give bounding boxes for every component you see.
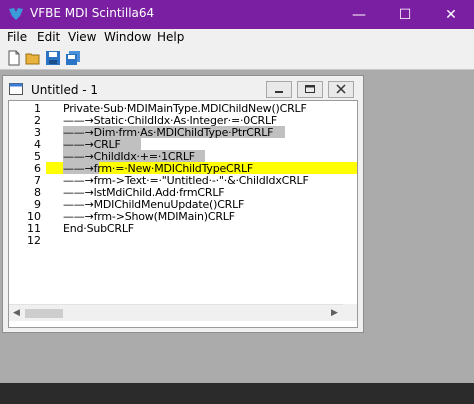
save-icon[interactable]	[45, 50, 61, 66]
horizontal-scrollbar[interactable]: ◀ ▶	[9, 304, 343, 321]
scrollbar-corner	[343, 304, 357, 321]
scrollbar-thumb[interactable]	[25, 309, 63, 318]
save-all-icon[interactable]	[65, 50, 81, 66]
scroll-left-icon[interactable]: ◀	[13, 308, 20, 318]
scroll-right-icon[interactable]: ▶	[331, 308, 338, 318]
line-number-margin: 1 2 3 4 5 6 7 8 9 10 11 12	[9, 101, 46, 304]
app-icon	[9, 8, 23, 20]
new-file-icon[interactable]	[6, 50, 22, 66]
document-icon	[9, 83, 23, 95]
menu-help[interactable]: Help	[157, 30, 184, 44]
app-title: VFBE MDI Scintilla64	[30, 6, 155, 20]
status-bar	[0, 383, 474, 404]
close-button[interactable]: ✕	[428, 0, 474, 29]
menu-file[interactable]: File	[7, 30, 27, 44]
open-folder-icon[interactable]	[25, 50, 41, 66]
mdi-title: Untitled - 1	[31, 83, 99, 97]
title-bar[interactable]: VFBE MDI Scintilla64 — ☐ ✕	[0, 0, 474, 29]
menu-window[interactable]: Window	[104, 30, 151, 44]
menu-edit[interactable]: Edit	[37, 30, 60, 44]
minimize-button[interactable]: —	[336, 0, 382, 29]
mdi-child-window[interactable]: Untitled - 1 1 2 3 4 5 6 7 8 9 10 11 12 …	[2, 75, 364, 333]
mdi-maximize-button[interactable]	[297, 81, 323, 98]
maximize-button[interactable]: ☐	[382, 0, 428, 29]
mdi-close-button[interactable]	[328, 81, 354, 98]
menu-bar: File Edit View Window Help	[0, 29, 474, 47]
line-number: 12	[27, 234, 41, 247]
mdi-minimize-button[interactable]	[266, 81, 292, 98]
code-line: End·SubCRLF	[63, 222, 134, 235]
toolbar	[0, 47, 474, 70]
menu-view[interactable]: View	[68, 30, 96, 44]
code-editor[interactable]: 1 2 3 4 5 6 7 8 9 10 11 12 Private·Sub·M…	[8, 100, 358, 328]
